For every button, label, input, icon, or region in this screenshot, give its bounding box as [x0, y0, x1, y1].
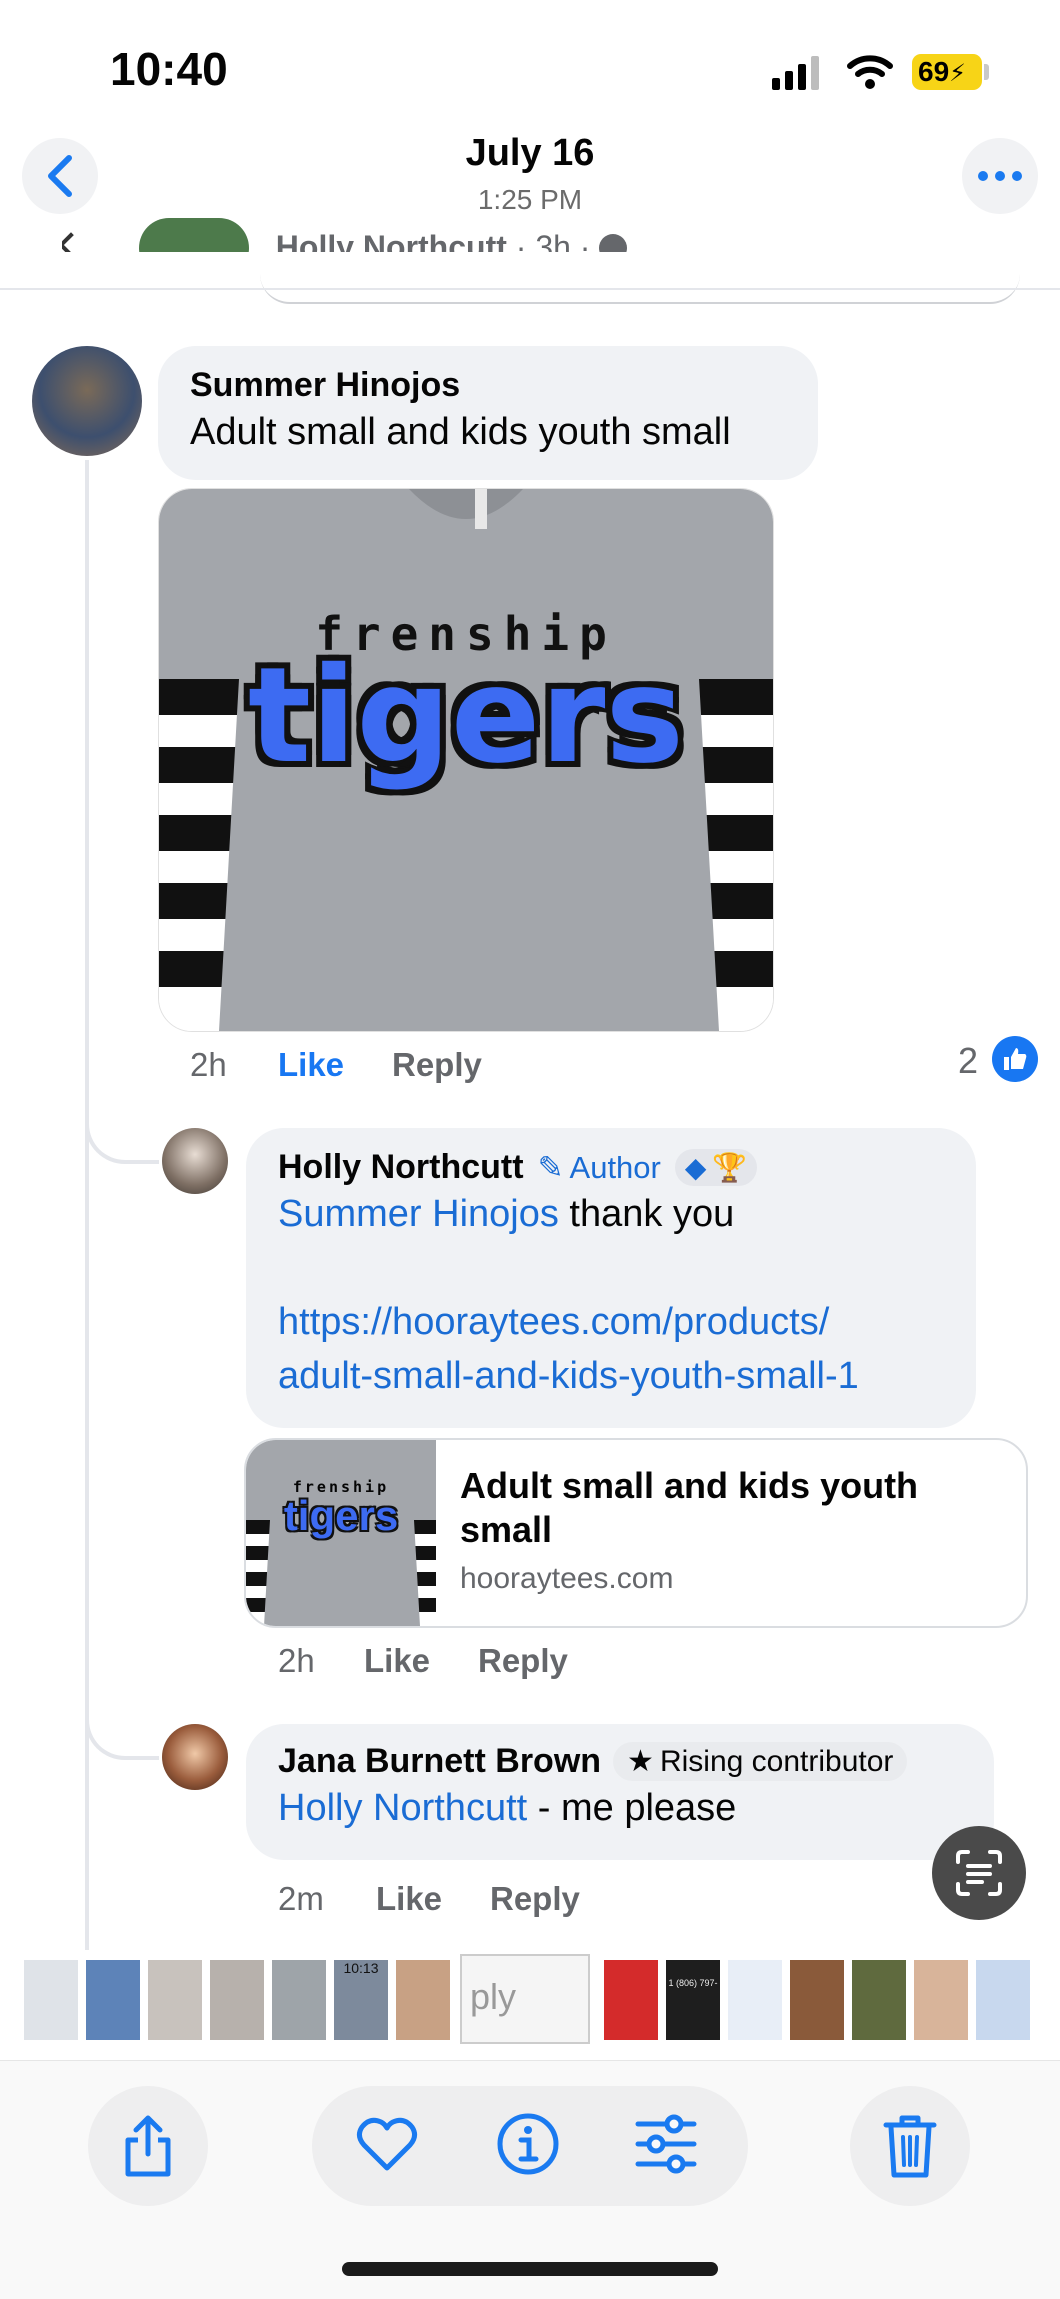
- photo-thumbnail[interactable]: [148, 1960, 202, 2040]
- battery-tip: [984, 64, 989, 80]
- adjust-button[interactable]: [634, 2114, 698, 2174]
- globe-icon: [599, 234, 628, 252]
- share-button[interactable]: [88, 2086, 208, 2206]
- author-badge: ✎ Author: [538, 1150, 661, 1186]
- comment-bubble: Holly Northcutt ✎ Author ◆ 🏆 Summer Hinoj…: [246, 1128, 976, 1428]
- photo-thumbnail[interactable]: [396, 1960, 450, 2040]
- link-preview-domain: hooraytees.com: [460, 1562, 674, 1595]
- trash-icon: [883, 2115, 937, 2178]
- link-preview-card[interactable]: frenship tigers Adult small and kids you…: [244, 1438, 1028, 1628]
- previous-post-meta: · 3h ·: [515, 229, 591, 252]
- comment-image[interactable]: frenship tigers: [158, 488, 774, 1032]
- photo-thumbnail-strip[interactable]: 10:13 ply 1 (806) 797-: [0, 1950, 1060, 2044]
- thread-branch: [85, 1690, 159, 1760]
- photo-thumbnail[interactable]: 1 (806) 797-: [666, 1960, 720, 2040]
- comment-author[interactable]: Holly Northcutt: [278, 1148, 524, 1187]
- comment-author[interactable]: Jana Burnett Brown: [278, 1742, 601, 1781]
- comment-text-line: Holly Northcutt - me please: [278, 1781, 962, 1835]
- link-preview-thumbnail: frenship tigers: [246, 1440, 436, 1626]
- photo-thumbnail[interactable]: [852, 1960, 906, 2040]
- comment-bubble: Summer Hinojos Adult small and kids yout…: [158, 346, 818, 480]
- contributor-badge-label: Rising contributor: [659, 1744, 894, 1778]
- author-badge-label: Author: [569, 1149, 661, 1185]
- previous-post-author: Holly Northcutt: [275, 229, 507, 252]
- photo-thumbnail[interactable]: [272, 1960, 326, 2040]
- diamond-star-icon: ◆: [684, 1152, 707, 1183]
- thumbnail-caption: 10:13: [343, 1960, 379, 1976]
- current-photo-thumbnail[interactable]: ply: [460, 1954, 590, 2044]
- comment-bubble: Jana Burnett Brown ★ Rising contributor H…: [246, 1724, 994, 1860]
- mention-link[interactable]: Holly Northcutt: [278, 1787, 527, 1829]
- like-button[interactable]: Like: [364, 1642, 430, 1680]
- photo-time: 1:25 PM: [477, 184, 583, 215]
- home-indicator: [342, 2262, 718, 2276]
- reaction-count[interactable]: 2: [958, 1040, 978, 1082]
- info-icon: [497, 2113, 559, 2175]
- photo-thumbnail[interactable]: [86, 1960, 140, 2040]
- previous-post-avatar: [138, 218, 249, 252]
- photo-thumbnail[interactable]: [24, 1960, 78, 2040]
- comment-time: 2m: [278, 1880, 324, 1917]
- live-text-button[interactable]: [932, 1826, 1026, 1920]
- reply-button[interactable]: Reply: [490, 1880, 580, 1918]
- previous-post-row: Holly Northcutt · 3h ·: [62, 218, 682, 252]
- thread-branch: [85, 1080, 159, 1164]
- reply-button[interactable]: Reply: [478, 1642, 568, 1680]
- like-button[interactable]: Like: [278, 1046, 344, 1084]
- photo-thumbnail[interactable]: [790, 1960, 844, 2040]
- reply-button[interactable]: Reply: [392, 1046, 482, 1084]
- photo-thumbnail[interactable]: [976, 1960, 1030, 2040]
- commenter-avatar[interactable]: [32, 346, 142, 456]
- photo-thumbnail[interactable]: [728, 1960, 782, 2040]
- header-divider: [0, 288, 1060, 290]
- live-text-icon: [956, 1850, 1002, 1896]
- shirt-main-text: tigers: [247, 639, 685, 793]
- comment-time: 2h: [278, 1642, 315, 1679]
- thumbnail-caption: 1 (806) 797-: [668, 1978, 718, 1988]
- share-icon: [125, 2115, 171, 2177]
- info-button[interactable]: [496, 2112, 560, 2176]
- heart-icon: [356, 2117, 418, 2171]
- product-url-line2[interactable]: adult-small-and-kids-youth-small-1: [278, 1349, 944, 1403]
- photo-thumbnail[interactable]: 10:13: [334, 1960, 388, 2040]
- ellipsis-icon: [978, 171, 1022, 181]
- comment-text: Adult small and kids youth small: [190, 411, 731, 453]
- contributor-badge: ★ Rising contributor: [613, 1742, 908, 1781]
- cellular-signal-icon: [772, 56, 819, 90]
- delete-button[interactable]: [850, 2086, 970, 2206]
- pencil-icon: ✎: [537, 1149, 564, 1185]
- commenter-avatar[interactable]: [162, 1128, 228, 1194]
- photo-thumbnail[interactable]: [210, 1960, 264, 2040]
- trophy-icon: 🏆: [712, 1152, 748, 1183]
- badge-group: ◆ 🏆: [674, 1149, 758, 1186]
- current-photo-partial-text: ply: [470, 1976, 517, 2017]
- star-icon: ★: [627, 1745, 654, 1778]
- sliders-icon: [635, 2114, 697, 2174]
- battery-indicator: 69⚡: [912, 54, 982, 90]
- link-preview-title: Adult small and kids youth small: [460, 1465, 919, 1550]
- product-url-line1[interactable]: https://hooraytees.com/products/: [278, 1295, 944, 1349]
- thumb-main-text: tigers: [283, 1492, 399, 1539]
- commenter-avatar[interactable]: [162, 1724, 228, 1790]
- comment-time: 2h: [190, 1046, 227, 1083]
- photo-thumbnail[interactable]: [604, 1960, 658, 2040]
- photo-thumbnail[interactable]: [914, 1960, 968, 2040]
- status-time: 10:40: [110, 43, 228, 95]
- wifi-icon: [847, 55, 893, 89]
- comment-author[interactable]: Summer Hinojos: [190, 366, 786, 405]
- thumbs-up-icon: [992, 1036, 1038, 1082]
- photo-date: July 16: [465, 132, 595, 174]
- battery-level: 69: [918, 56, 950, 87]
- comment-text-line: Summer Hinojos thank you: [278, 1187, 944, 1241]
- comment-text: - me please: [527, 1787, 737, 1829]
- mention-link[interactable]: Summer Hinojos: [278, 1193, 559, 1235]
- comment-text: thank you: [558, 1193, 735, 1235]
- more-options-button[interactable]: [962, 138, 1038, 214]
- like-button[interactable]: Like: [376, 1880, 442, 1918]
- favorite-button[interactable]: [356, 2116, 426, 2176]
